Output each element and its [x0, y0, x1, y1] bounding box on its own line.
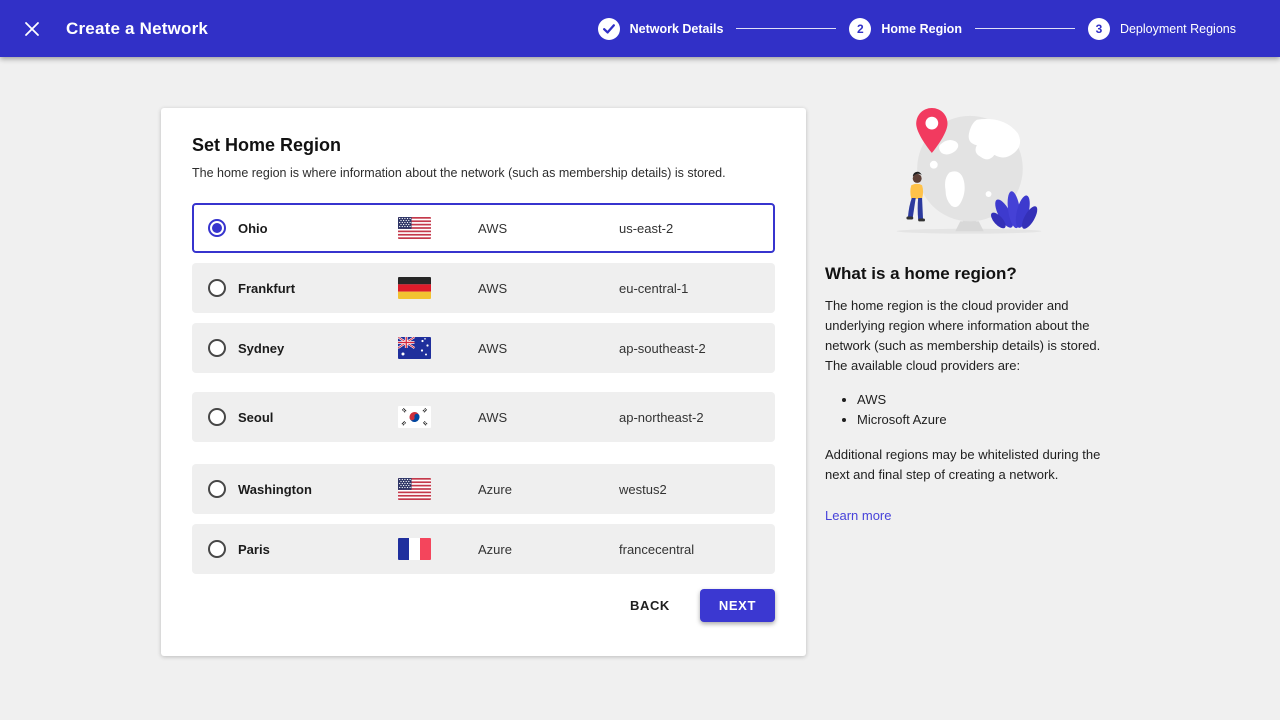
region-name: Paris: [238, 541, 270, 557]
flag-us-icon: [398, 217, 431, 239]
region-provider: AWS: [478, 280, 508, 296]
region-name: Seoul: [238, 409, 274, 425]
radio-ap-northeast-2[interactable]: [208, 408, 226, 426]
card-actions: BACK NEXT: [618, 589, 775, 622]
region-code: ap-northeast-2: [619, 409, 704, 425]
region-name: Washington: [238, 481, 312, 497]
flag-fr-icon: [398, 538, 431, 560]
step-network-details[interactable]: Network Details: [597, 17, 724, 40]
wizard-title: Create a Network: [66, 18, 209, 38]
radio-westus2[interactable]: [208, 480, 226, 498]
radio-ap-southeast-2[interactable]: [208, 339, 226, 357]
next-button[interactable]: NEXT: [699, 589, 775, 622]
region-row-us-east-2[interactable]: Ohio AWS us-east-2: [192, 203, 775, 253]
learn-more-link[interactable]: Learn more: [825, 508, 891, 523]
region-code: eu-central-1: [619, 280, 689, 296]
check-icon: [602, 23, 615, 34]
region-provider: Azure: [478, 541, 512, 557]
step-deployment-regions[interactable]: 3 Deployment Regions: [1087, 17, 1236, 40]
step-label: Home Region: [881, 21, 962, 36]
radio-eu-central-1[interactable]: [208, 279, 226, 297]
region-code: ap-southeast-2: [619, 340, 706, 356]
provider-bullet: AWS: [857, 390, 1113, 411]
provider-bullet: Microsoft Azure: [857, 410, 1113, 431]
sidebar-heading: What is a home region?: [825, 264, 1017, 283]
close-icon[interactable]: [20, 17, 44, 41]
region-provider: AWS: [478, 220, 508, 236]
flag-au-icon: [398, 337, 431, 359]
region-code: francecentral: [619, 541, 695, 557]
globe-illustration: [896, 108, 1042, 234]
region-code: us-east-2: [619, 220, 674, 236]
region-row-westus2[interactable]: Washington Azure westus2: [192, 464, 775, 514]
stepper: Network Details 2 Home Region 3 Deployme…: [597, 17, 1236, 40]
radio-us-east-2[interactable]: [208, 219, 226, 237]
step-number-circle: 3: [1087, 17, 1110, 40]
sidebar-body: The home region is the cloud provider an…: [825, 298, 1101, 374]
step-connector: [974, 28, 1075, 29]
flag-kr-icon: [398, 406, 431, 428]
radio-francecentral[interactable]: [208, 540, 226, 558]
region-code: westus2: [619, 481, 667, 497]
info-sidebar: What is a home region? The home region i…: [825, 108, 1113, 525]
step-label: Network Details: [629, 21, 724, 36]
region-list: Ohio AWS us-east-2 Frankfurt AWS eu-cent…: [192, 203, 775, 574]
step-number-circle: 2: [849, 17, 872, 40]
region-row-ap-southeast-2[interactable]: Sydney AWS ap-southeast-2: [192, 323, 775, 373]
sidebar-note: Additional regions may be whitelisted du…: [825, 447, 1101, 483]
card-subtitle: The home region is where information abo…: [192, 166, 726, 180]
flag-de-icon: [398, 277, 431, 299]
wizard-header: Create a Network Network Details 2 Home …: [0, 0, 1280, 57]
back-button[interactable]: BACK: [618, 590, 682, 621]
step-connector: [736, 28, 837, 29]
flag-us-icon: [398, 478, 431, 500]
region-name: Frankfurt: [238, 280, 296, 296]
region-row-eu-central-1[interactable]: Frankfurt AWS eu-central-1: [192, 263, 775, 313]
home-region-card: Set Home Region The home region is where…: [161, 108, 806, 656]
step-label: Deployment Regions: [1119, 21, 1236, 36]
step-complete-circle: [597, 17, 620, 40]
step-home-region[interactable]: 2 Home Region: [849, 17, 962, 40]
region-provider: AWS: [478, 409, 508, 425]
region-provider: Azure: [478, 481, 512, 497]
region-provider: AWS: [478, 340, 508, 356]
card-title: Set Home Region: [192, 135, 342, 155]
region-row-ap-northeast-2[interactable]: Seoul AWS ap-northeast-2: [192, 392, 775, 442]
region-name: Sydney: [238, 340, 285, 356]
region-row-francecentral[interactable]: Paris Azure francecentral: [192, 524, 775, 574]
region-name: Ohio: [238, 220, 268, 236]
provider-list: AWSMicrosoft Azure: [845, 390, 1113, 432]
